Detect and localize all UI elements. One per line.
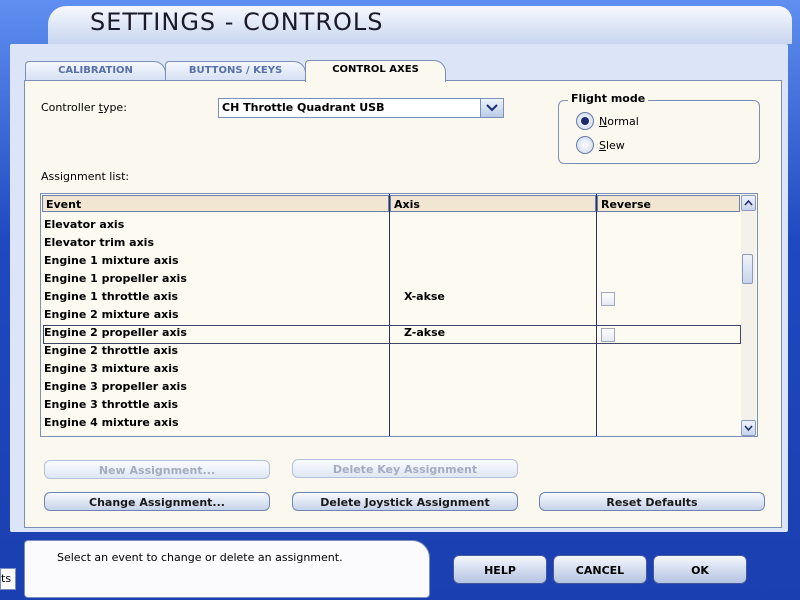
help-button[interactable]: HELP bbox=[453, 555, 547, 584]
tab-buttons-keys[interactable]: BUTTONS / KEYS bbox=[165, 61, 306, 80]
list-item[interactable]: Engine 2 throttle axis bbox=[44, 342, 178, 360]
controller-type-label: Controller type: bbox=[41, 101, 127, 114]
column-header-reverse[interactable]: Reverse bbox=[597, 195, 740, 212]
status-stub: ts bbox=[0, 568, 16, 590]
list-item[interactable]: Elevator axis bbox=[44, 216, 124, 234]
flight-mode-group bbox=[558, 100, 760, 164]
list-item[interactable]: Engine 4 mixture axis bbox=[44, 414, 179, 432]
list-item[interactable]: Engine 1 propeller axis bbox=[44, 270, 187, 288]
cancel-button[interactable]: CANCEL bbox=[553, 555, 647, 584]
assignment-list[interactable]: Event Axis Reverse Elevator axis Elevato… bbox=[40, 193, 758, 437]
column-header-axis[interactable]: Axis bbox=[390, 195, 596, 212]
status-text: Select an event to change or delete an a… bbox=[57, 551, 343, 564]
delete-key-assignment-button[interactable]: Delete Key Assignment bbox=[292, 459, 518, 478]
reverse-checkbox[interactable] bbox=[601, 292, 615, 306]
reset-defaults-button[interactable]: Reset Defaults bbox=[539, 492, 765, 511]
flight-mode-legend: Flight mode bbox=[568, 92, 649, 105]
controller-type-value: CH Throttle Quadrant USB bbox=[222, 101, 385, 114]
list-item[interactable]: Engine 3 throttle axis bbox=[44, 396, 178, 414]
list-item[interactable]: Engine 2 mixture axis bbox=[44, 306, 179, 324]
radio-slew-label[interactable]: Slew bbox=[599, 139, 625, 152]
scroll-thumb[interactable] bbox=[742, 254, 753, 284]
radio-slew[interactable] bbox=[576, 136, 594, 154]
controller-type-dropdown[interactable]: CH Throttle Quadrant USB bbox=[218, 98, 504, 118]
list-item[interactable]: Engine 1 mixture axis bbox=[44, 252, 179, 270]
list-item-selected[interactable]: Engine 2 propeller axis bbox=[44, 324, 187, 342]
ok-button[interactable]: OK bbox=[653, 555, 747, 584]
list-item[interactable]: Engine 1 throttle axis bbox=[44, 288, 178, 306]
list-item[interactable]: Engine 3 mixture axis bbox=[44, 360, 179, 378]
reverse-checkbox[interactable] bbox=[601, 328, 615, 342]
tab-control-axes[interactable]: CONTROL AXES bbox=[305, 60, 446, 82]
list-scrollbar[interactable] bbox=[741, 194, 756, 436]
column-header-event[interactable]: Event bbox=[42, 195, 389, 212]
axis-value: X-akse bbox=[404, 290, 445, 303]
window-title: SETTINGS - CONTROLS bbox=[90, 8, 384, 36]
status-panel: Select an event to change or delete an a… bbox=[24, 540, 430, 598]
assignment-list-label: Assignment list: bbox=[41, 170, 130, 183]
axis-value: Z-akse bbox=[404, 326, 446, 339]
column-divider bbox=[389, 194, 390, 436]
radio-normal[interactable] bbox=[576, 112, 594, 130]
delete-joystick-assignment-button[interactable]: Delete Joystick Assignment bbox=[292, 492, 518, 511]
scroll-down-icon[interactable] bbox=[741, 420, 756, 436]
change-assignment-button[interactable]: Change Assignment... bbox=[44, 492, 270, 511]
column-divider bbox=[596, 194, 597, 436]
scroll-up-icon[interactable] bbox=[741, 195, 756, 211]
chevron-down-icon[interactable] bbox=[480, 99, 503, 117]
radio-normal-label[interactable]: Normal bbox=[599, 115, 639, 128]
list-item[interactable]: Elevator trim axis bbox=[44, 234, 154, 252]
tab-calibration[interactable]: CALIBRATION bbox=[25, 61, 166, 80]
list-item[interactable]: Engine 3 propeller axis bbox=[44, 378, 187, 396]
new-assignment-button[interactable]: New Assignment... bbox=[44, 460, 270, 479]
